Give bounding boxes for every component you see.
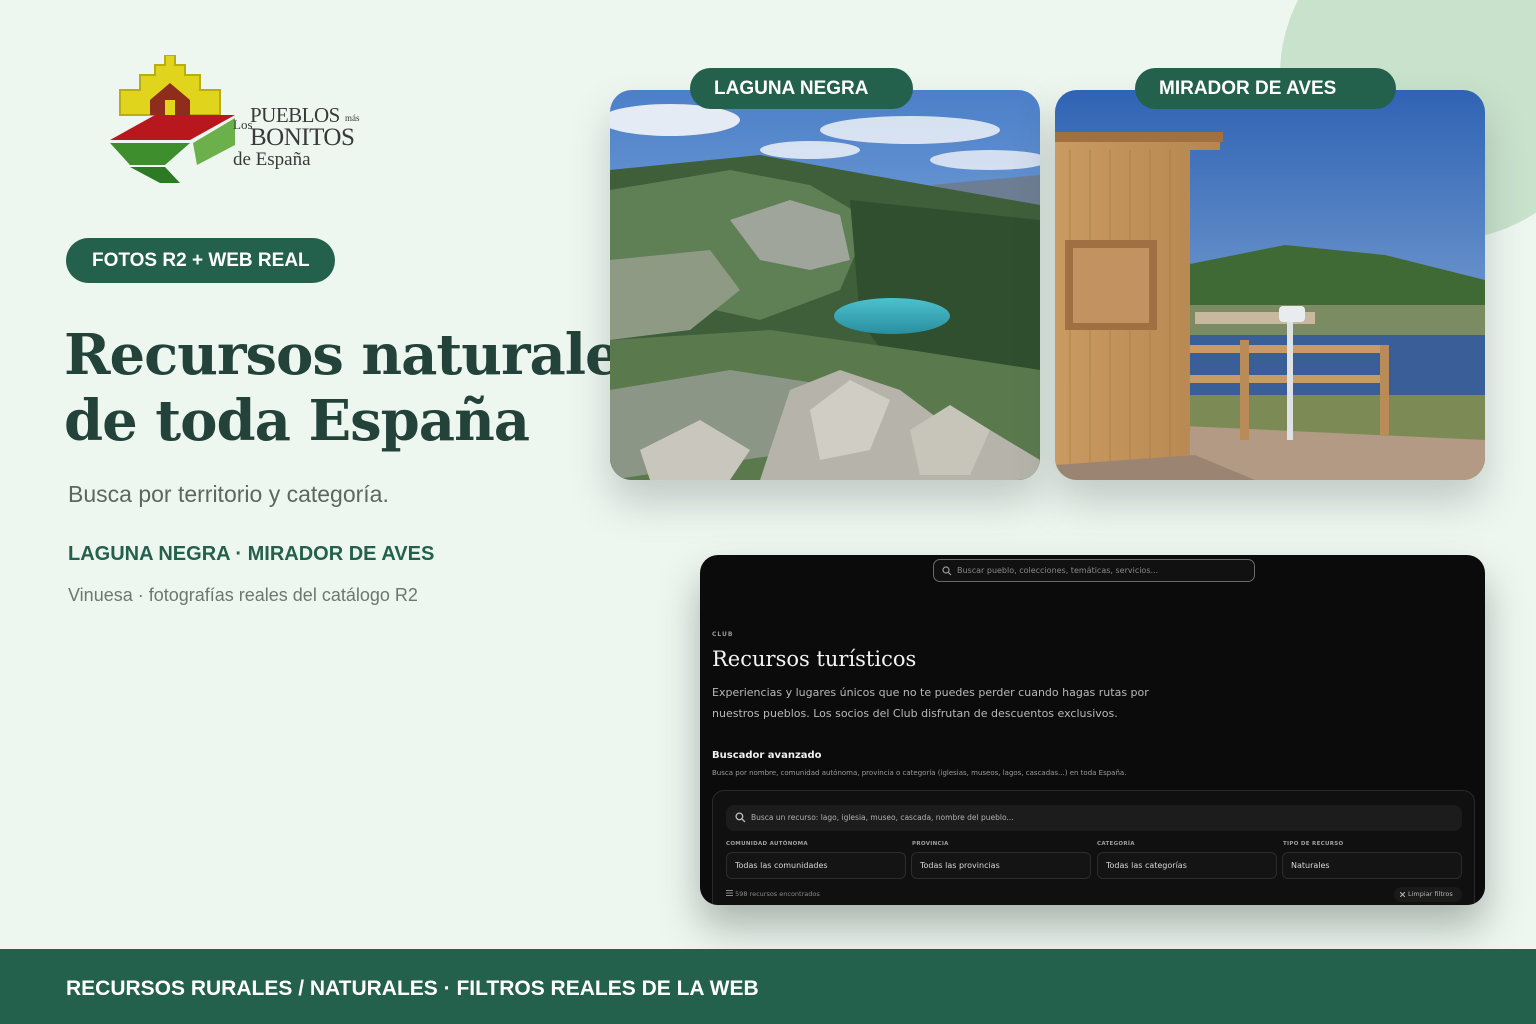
filters-panel: Busca un recurso: lago, iglesia, museo, … (712, 790, 1475, 905)
source-badge: FOTOS R2 + WEB REAL (66, 238, 335, 283)
logo-mas: más (345, 113, 360, 123)
clear-filters-button[interactable]: Limpiar filtros (1394, 887, 1462, 902)
global-search-placeholder: Buscar pueblo, colecciones, temáticas, s… (957, 566, 1159, 575)
photo-caption: Vinuesa · fotografías reales del catálog… (68, 585, 418, 605)
close-icon (1400, 892, 1405, 897)
page-subtitle: Busca por territorio y categoría. (68, 481, 389, 507)
filter-label-provincia: PROVINCIA (912, 841, 949, 847)
search-icon (942, 566, 952, 576)
footer-banner: RECURSOS RURALES / NATURALES · FILTROS R… (0, 949, 1536, 1024)
filter-label-tipo: TIPO DE RECURSO (1283, 841, 1344, 847)
filter-select-comunidad[interactable]: Todas las comunidades (726, 852, 906, 879)
resources-description: Experiencias y lugares únicos que no te … (712, 686, 1149, 720)
mirador-de-aves-photo-card[interactable] (1055, 90, 1485, 480)
filter-label-categoria: CATEGORÍA (1097, 841, 1135, 847)
advanced-search-subtitle: Busca por nombre, comunidad autónoma, pr… (712, 769, 1127, 777)
logo-pueblos: PUEBLOS (250, 103, 340, 127)
results-count: 598 recursos encontrados (726, 890, 820, 898)
page-title-line-1: Recursos naturales (64, 322, 651, 388)
clear-filters-label: Limpiar filtros (1408, 890, 1453, 898)
laguna-negra-photo (610, 90, 1040, 480)
search-icon (735, 812, 746, 823)
logo-espana: de España (233, 149, 311, 170)
resource-search-input[interactable]: Busca un recurso: lago, iglesia, museo, … (726, 805, 1462, 831)
page-title-line-2: de toda España (64, 388, 530, 454)
resources-title: Recursos turísticos (712, 647, 917, 671)
laguna-negra-label: LAGUNA NEGRA (690, 68, 913, 109)
global-search-input[interactable]: Buscar pueblo, colecciones, temáticas, s… (933, 559, 1255, 582)
resource-search-placeholder: Busca un recurso: lago, iglesia, museo, … (751, 813, 1014, 822)
brand-logo[interactable]: Los PUEBLOS más BONITOS de España (105, 54, 375, 190)
filter-label-comunidad: COMUNIDAD AUTÓNOMA (726, 841, 808, 847)
advanced-search-heading: Buscador avanzado (712, 750, 822, 761)
laguna-negra-photo-card[interactable] (610, 90, 1040, 480)
mirador-de-aves-label: MIRADOR DE AVES (1135, 68, 1396, 109)
filter-select-provincia[interactable]: Todas las provincias (911, 852, 1091, 879)
filter-select-categoria[interactable]: Todas las categorías (1097, 852, 1277, 879)
section-kicker: CLUB (712, 631, 734, 638)
list-icon (726, 890, 733, 896)
mirador-de-aves-photo (1055, 90, 1485, 480)
logo-emblem (110, 54, 235, 183)
featured-resources: LAGUNA NEGRA · MIRADOR DE AVES (68, 543, 435, 565)
web-screenshot: Buscar pueblo, colecciones, temáticas, s… (700, 555, 1485, 905)
logo-bonitos: BONITOS (250, 124, 355, 151)
results-count-text: 598 recursos encontrados (735, 890, 820, 898)
page-title: Recursos naturales de toda España (64, 322, 651, 454)
filter-select-tipo[interactable]: Naturales (1282, 852, 1462, 879)
